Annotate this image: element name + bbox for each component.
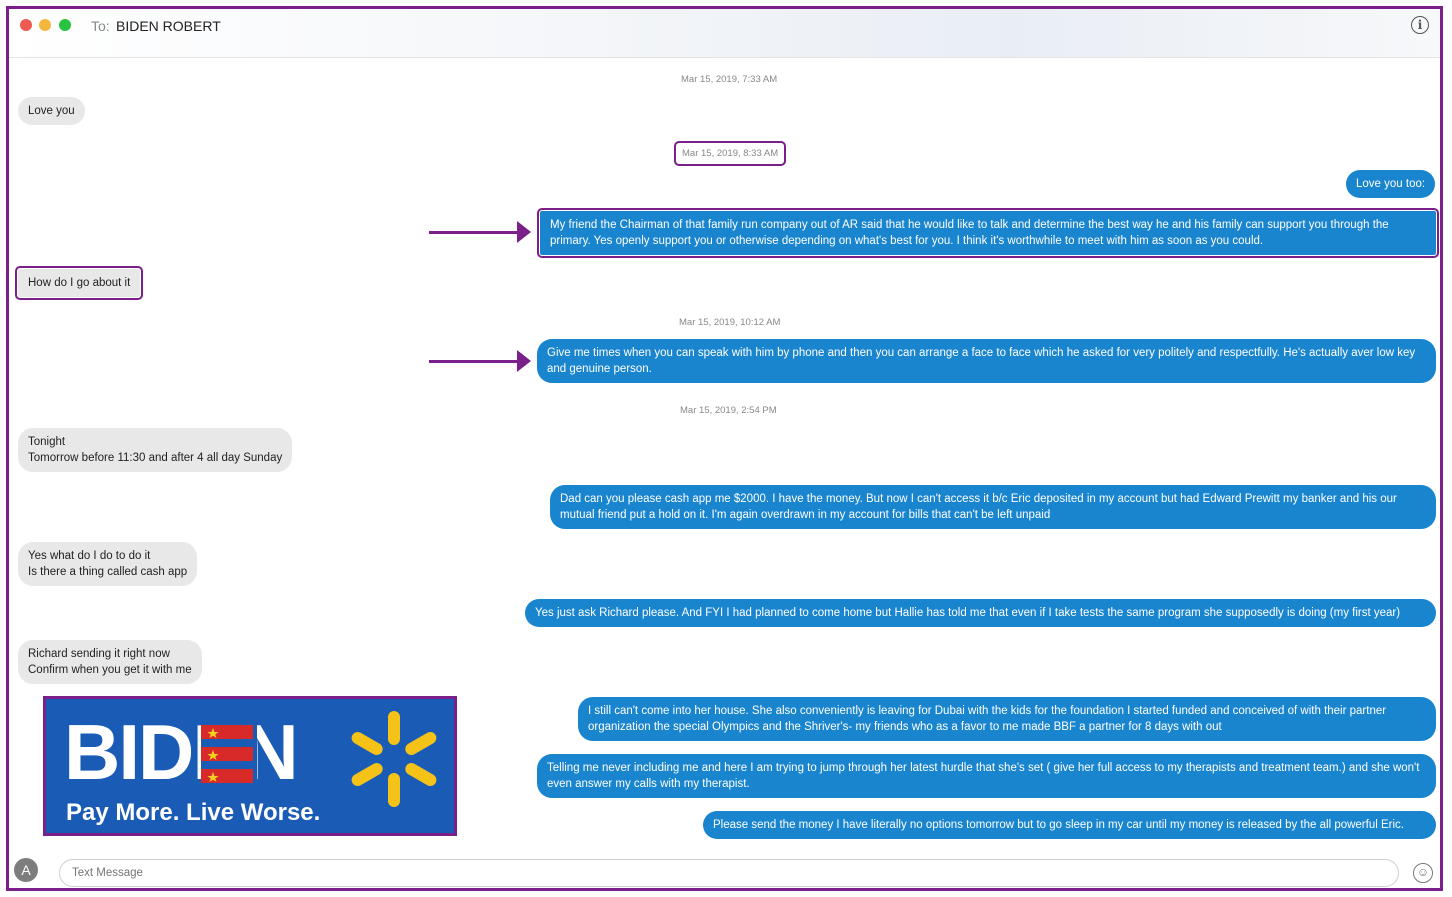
minimize-window-button[interactable] <box>39 19 51 31</box>
received-message: Yes what do I do to do it Is there a thi… <box>18 542 198 586</box>
meme-title: BIDEN <box>64 708 299 796</box>
sent-message: Give me times when you can speak with hi… <box>537 339 1436 383</box>
meme-subtitle: Pay More. Live Worse. <box>66 799 321 826</box>
flag-graphic <box>201 723 257 785</box>
biden-meme-image[interactable]: BIDEN Pay More. Live Worse. <box>43 696 457 836</box>
timestamp: Mar 15, 2019, 10:12 AM <box>679 317 781 328</box>
recipient-name[interactable]: BIDEN ROBERT <box>116 18 221 34</box>
message-line: Is there a thing called cash app <box>28 566 188 578</box>
timestamp-highlighted: Mar 15, 2019, 8:33 AM <box>673 141 787 166</box>
message-line: Confirm when you get it with me <box>28 664 192 676</box>
info-icon[interactable]: i <box>1411 16 1429 34</box>
message-input[interactable] <box>59 859 1399 887</box>
close-window-button[interactable] <box>20 19 32 31</box>
message-line: Tonight <box>28 436 66 448</box>
annotation-arrow <box>429 221 531 243</box>
spark-logo-icon <box>351 711 437 807</box>
sent-message-highlighted: My friend the Chairman of that family ru… <box>537 208 1439 258</box>
received-message: Richard sending it right now Confirm whe… <box>18 640 202 684</box>
received-message-highlighted: How do I go about it <box>14 266 144 300</box>
timestamp: Mar 15, 2019, 2:54 PM <box>680 405 777 416</box>
sent-message: Please send the money I have literally n… <box>703 811 1436 839</box>
received-message: Love you <box>18 97 85 125</box>
emoji-icon[interactable]: ☺ <box>1413 863 1433 883</box>
zoom-window-button[interactable] <box>59 19 71 31</box>
sent-message: Dad can you please cash app me $2000. I … <box>550 485 1436 529</box>
sent-message: Yes just ask Richard please. And FYI I h… <box>525 599 1436 627</box>
to-label: To: <box>91 18 110 34</box>
sent-message: I still can't come into her house. She a… <box>578 697 1436 741</box>
message-window: To: BIDEN ROBERT i Mar 15, 2019, 7:33 AM… <box>6 6 1443 891</box>
sent-message: Love you too: <box>1346 170 1436 198</box>
annotation-arrow <box>429 350 531 372</box>
timestamp: Mar 15, 2019, 7:33 AM <box>681 74 778 85</box>
message-line: Tomorrow before 11:30 and after 4 all da… <box>28 452 283 464</box>
app-store-icon[interactable]: A <box>14 858 38 882</box>
message-line: Richard sending it right now <box>28 648 170 660</box>
sent-message: Telling me never including me and here I… <box>537 754 1436 798</box>
received-message: Tonight Tomorrow before 11:30 and after … <box>18 428 293 472</box>
message-line: Yes what do I do to do it <box>28 550 151 562</box>
title-bar: To: BIDEN ROBERT i <box>9 9 1440 58</box>
